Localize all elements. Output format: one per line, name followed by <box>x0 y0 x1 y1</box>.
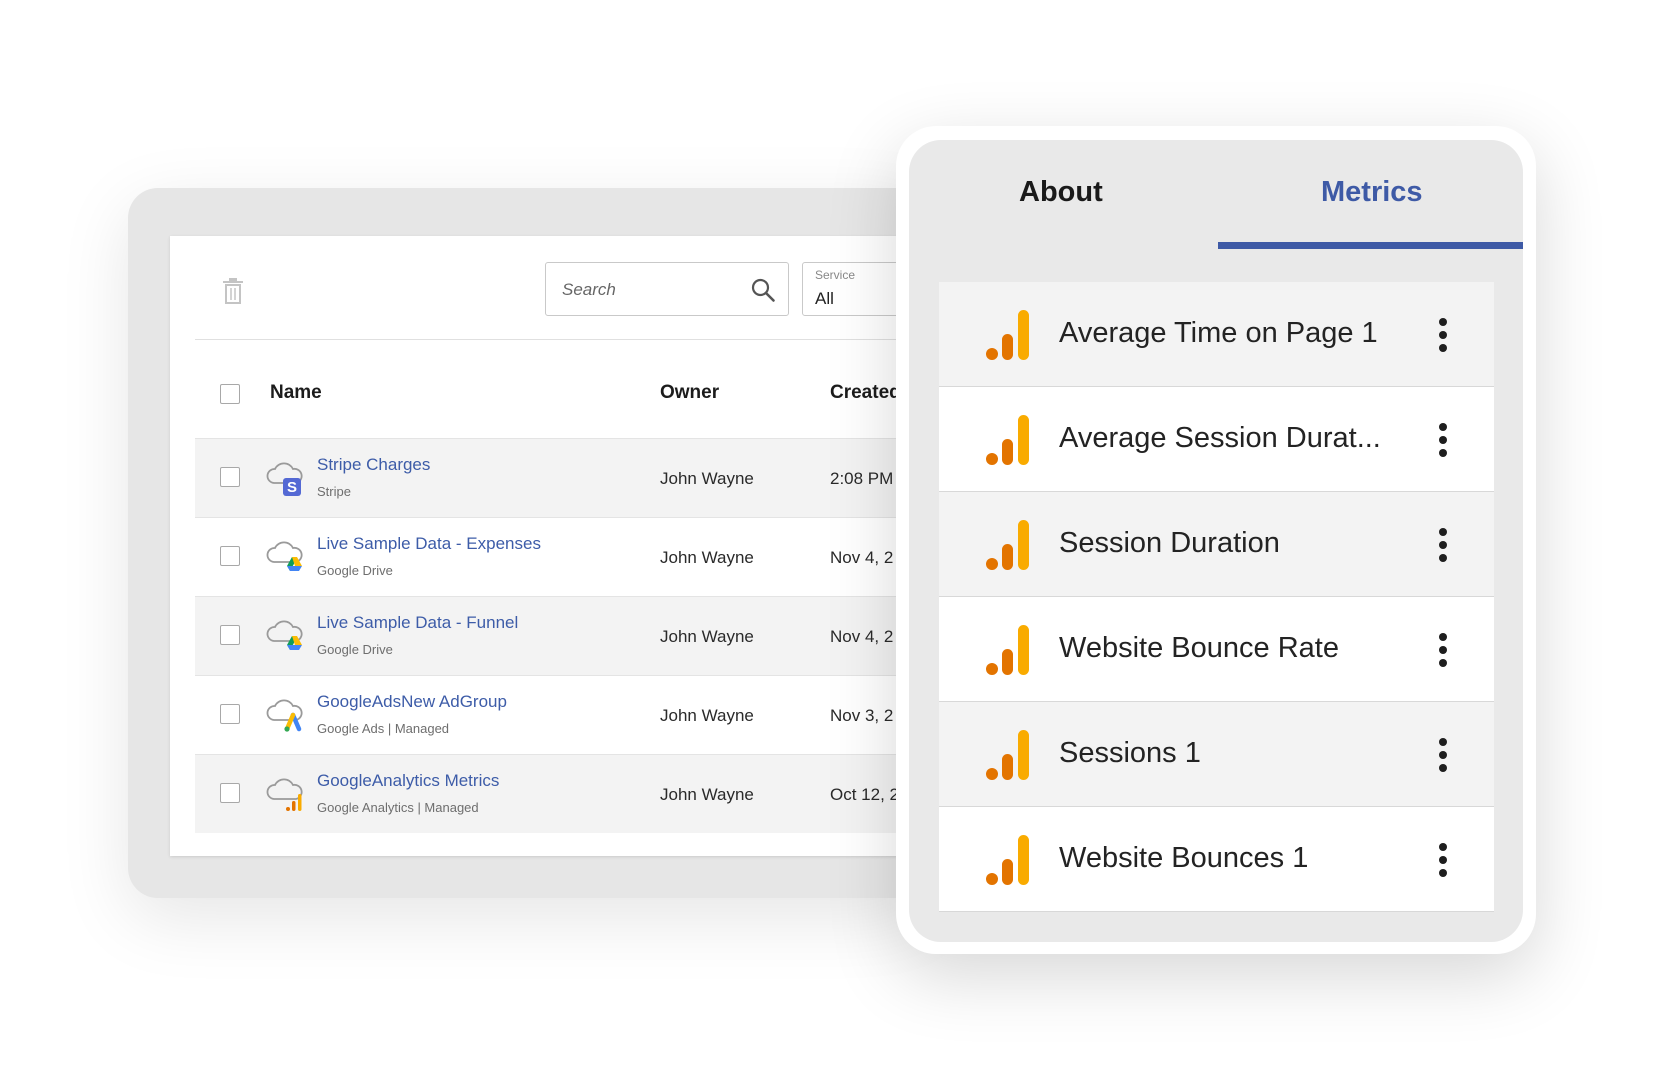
data-source-name-link[interactable]: Live Sample Data - Expenses <box>317 534 541 554</box>
google-analytics-icon <box>986 730 1029 780</box>
search-icon[interactable] <box>750 277 776 303</box>
data-source-owner: John Wayne <box>660 548 754 567</box>
tab-metrics[interactable]: Metrics <box>1321 176 1423 209</box>
data-source-created: Nov 3, 2 <box>830 706 894 725</box>
data-source-service: Google Ads | Managed <box>317 721 450 736</box>
metric-item[interactable]: Session Duration <box>939 492 1494 597</box>
metric-label: Sessions 1 <box>1059 737 1201 769</box>
row-checkbox[interactable] <box>220 625 240 645</box>
data-source-name-link[interactable]: Live Sample Data - Funnel <box>317 613 518 633</box>
data-source-name-link[interactable]: Stripe Charges <box>317 455 430 475</box>
data-source-service: Google Analytics | Managed <box>317 800 479 815</box>
metric-item[interactable]: Sessions 1 <box>939 702 1494 807</box>
google-analytics-icon <box>986 520 1029 570</box>
row-checkbox[interactable] <box>220 783 240 803</box>
google-analytics-icon <box>986 625 1029 675</box>
metrics-panel: About Metrics Average Time on Page 1 Ave… <box>909 140 1523 942</box>
metric-label: Session Duration <box>1059 527 1280 559</box>
google-drive-icon <box>266 541 303 571</box>
more-options-icon[interactable] <box>1437 317 1449 353</box>
data-source-service: Stripe <box>317 484 351 499</box>
google-analytics-icon <box>986 415 1029 465</box>
table-row[interactable]: Live Sample Data - Expenses Google Drive… <box>195 517 910 596</box>
more-options-icon[interactable] <box>1437 842 1449 878</box>
stripe-icon: S <box>266 462 303 496</box>
table-row[interactable]: GoogleAnalytics Metrics Google Analytics… <box>195 754 910 833</box>
google-analytics-icon <box>986 310 1029 360</box>
data-source-created: Nov 4, 2 <box>830 627 894 646</box>
data-source-created: Nov 4, 2 <box>830 548 894 567</box>
toolbar-divider <box>195 339 910 340</box>
data-source-owner: John Wayne <box>660 469 754 488</box>
tab-about[interactable]: About <box>1019 176 1103 209</box>
table-row[interactable]: S Stripe Charges Stripe John Wayne 2:08 … <box>195 438 910 517</box>
more-options-icon[interactable] <box>1437 422 1449 458</box>
row-checkbox[interactable] <box>220 467 240 487</box>
service-filter-label: Service <box>815 268 856 282</box>
row-checkbox[interactable] <box>220 546 240 566</box>
table-row[interactable]: Live Sample Data - Funnel Google Drive J… <box>195 596 910 675</box>
search-box <box>545 262 789 316</box>
metric-list: Average Time on Page 1 Average Session D… <box>939 282 1494 912</box>
data-source-owner: John Wayne <box>660 785 754 804</box>
metric-label: Website Bounce Rate <box>1059 632 1339 664</box>
active-tab-indicator <box>1218 242 1523 249</box>
data-sources-panel: Service All Name Owner Created S Stripe … <box>170 236 910 856</box>
metric-item[interactable]: Website Bounces 1 <box>939 807 1494 912</box>
metric-item[interactable]: Website Bounce Rate <box>939 597 1494 702</box>
row-checkbox[interactable] <box>220 704 240 724</box>
more-options-icon[interactable] <box>1437 737 1449 773</box>
select-all-checkbox[interactable] <box>220 384 240 404</box>
data-source-name-link[interactable]: GoogleAdsNew AdGroup <box>317 692 507 712</box>
metric-item[interactable]: Average Session Durat... <box>939 387 1494 492</box>
search-input[interactable] <box>560 275 744 305</box>
data-source-owner: John Wayne <box>660 627 754 646</box>
metric-item[interactable]: Average Time on Page 1 <box>939 282 1494 387</box>
more-options-icon[interactable] <box>1437 632 1449 668</box>
trash-icon[interactable] <box>222 278 244 304</box>
data-source-service: Google Drive <box>317 642 393 657</box>
data-source-service: Google Drive <box>317 563 393 578</box>
svg-text:S: S <box>287 479 297 496</box>
column-header-name[interactable]: Name <box>270 382 322 404</box>
metric-label: Average Session Durat... <box>1059 422 1381 454</box>
table-row[interactable]: GoogleAdsNew AdGroup Google Ads | Manage… <box>195 675 910 754</box>
service-filter-value: All <box>815 289 834 308</box>
column-header-created[interactable]: Created <box>830 382 901 404</box>
table-header-row: Name Owner Created <box>195 368 910 418</box>
data-source-name-link[interactable]: GoogleAnalytics Metrics <box>317 771 499 791</box>
data-source-owner: John Wayne <box>660 706 754 725</box>
google-analytics-icon <box>266 778 303 811</box>
google-ads-icon <box>266 699 303 732</box>
metric-label: Website Bounces 1 <box>1059 842 1309 874</box>
table-body: S Stripe Charges Stripe John Wayne 2:08 … <box>195 438 910 833</box>
data-source-created: 2:08 PM <box>830 469 894 488</box>
service-filter-select[interactable]: Service All <box>802 262 910 316</box>
data-source-created: Oct 12, 2 <box>830 785 899 804</box>
column-header-owner[interactable]: Owner <box>660 382 719 404</box>
metric-label: Average Time on Page 1 <box>1059 317 1378 349</box>
google-analytics-icon <box>986 835 1029 885</box>
more-options-icon[interactable] <box>1437 527 1449 563</box>
google-drive-icon <box>266 620 303 650</box>
